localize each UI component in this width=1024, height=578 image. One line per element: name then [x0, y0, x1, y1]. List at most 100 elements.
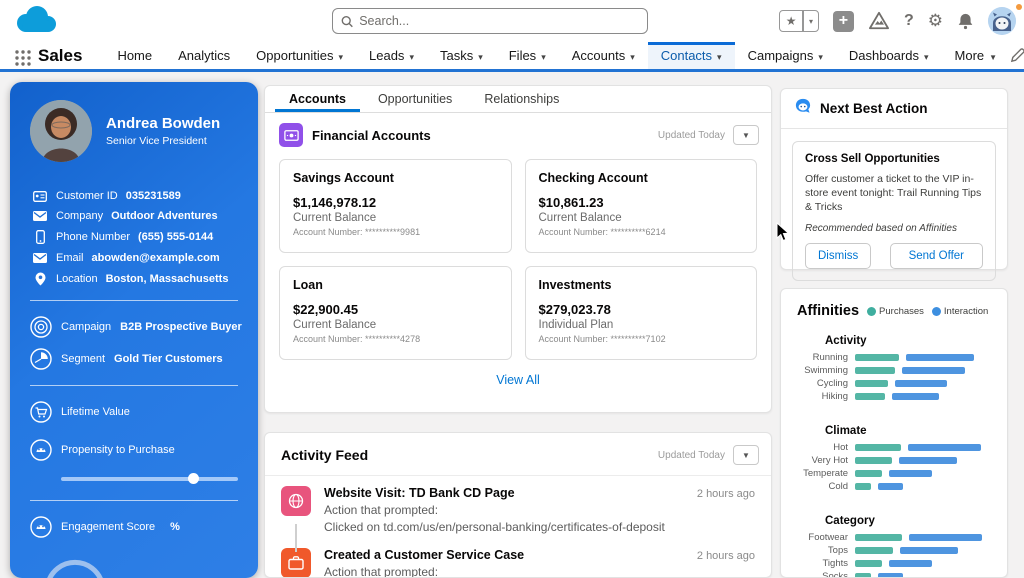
- detail-row-company: Company Outdoor Adventures: [10, 206, 258, 226]
- bar-row: Temperate: [781, 467, 1007, 480]
- feed-item-website-visit[interactable]: Website Visit: TD Bank CD Page 2 hours a…: [281, 486, 755, 534]
- account-tile-checking[interactable]: Checking Account $10,861.23 Current Bala…: [525, 159, 758, 253]
- bar-row: Tops: [781, 544, 1007, 557]
- chevron-down-icon: [717, 48, 722, 63]
- envelope-icon: [32, 211, 48, 221]
- bar-row: Cycling: [781, 377, 1007, 390]
- nav-item-home[interactable]: Home: [104, 42, 165, 69]
- affinities-card: Affinities Purchases Interaction Activit…: [780, 288, 1008, 578]
- bar-row: Hot: [781, 441, 1007, 454]
- activity-feed-card: Activity Feed Updated Today ▼ Website Vi…: [264, 432, 772, 578]
- nav-item-dashboards[interactable]: Dashboards: [836, 42, 942, 69]
- account-tile-loan[interactable]: Loan $22,900.45 Current Balance Account …: [279, 266, 512, 360]
- account-tile-savings[interactable]: Savings Account $1,146,978.12 Current Ba…: [279, 159, 512, 253]
- search-input[interactable]: [359, 14, 639, 28]
- nav-item-analytics[interactable]: Analytics: [165, 42, 243, 69]
- id-card-icon: [32, 191, 48, 202]
- propensity-row: Propensity to Purchase: [10, 434, 258, 466]
- send-offer-button[interactable]: Send Offer: [890, 243, 983, 269]
- edit-pencil-icon[interactable]: [1010, 42, 1024, 69]
- app-navigation: Sales Home Analytics Opportunities Leads…: [0, 42, 1024, 72]
- phone-icon: [32, 230, 48, 244]
- customer-title: Senior Vice President: [106, 135, 220, 147]
- segment-row: Segment Gold Tier Customers: [10, 343, 258, 375]
- favorites-button[interactable]: ★ ▾: [779, 10, 819, 32]
- location-pin-icon: [32, 272, 48, 286]
- divider: [30, 385, 238, 386]
- feed-menu-button[interactable]: ▼: [733, 445, 759, 465]
- tab-relationships[interactable]: Relationships: [470, 86, 573, 112]
- affinity-group-category: Category Footwear Tops Tights Socks: [781, 515, 1007, 578]
- bar-row: Tights: [781, 557, 1007, 570]
- dismiss-button[interactable]: Dismiss: [805, 243, 871, 269]
- chevron-down-icon: ▼: [742, 451, 750, 460]
- engagement-row: Engagement Score %: [10, 511, 258, 543]
- bar-row: Very Hot: [781, 454, 1007, 467]
- nav-item-contacts[interactable]: Contacts: [648, 42, 735, 69]
- timestamp: 2 hours ago: [697, 488, 755, 500]
- nav-item-campaigns[interactable]: Campaigns: [735, 42, 836, 69]
- chevron-down-icon: [338, 48, 343, 63]
- notification-bell-icon[interactable]: [957, 12, 974, 30]
- accounts-card: Accounts Opportunities Relationships Fin…: [264, 85, 772, 413]
- favorites-star-icon: ★: [780, 14, 803, 28]
- feed-title: Activity Feed: [281, 447, 368, 463]
- bar-row: Running: [781, 351, 1007, 364]
- einstein-icon: [30, 516, 52, 538]
- slider-knob[interactable]: [188, 473, 199, 484]
- chevron-down-icon: [409, 48, 414, 63]
- nav-item-tasks[interactable]: Tasks: [427, 42, 496, 69]
- detail-row-phone: Phone Number (655) 555-0144: [10, 226, 258, 248]
- nav-item-files[interactable]: Files: [496, 42, 559, 69]
- briefcase-icon: [281, 548, 311, 578]
- record-tabs: Accounts Opportunities Relationships: [265, 86, 771, 113]
- global-search[interactable]: [332, 8, 648, 34]
- chevron-down-icon: [989, 48, 997, 63]
- section-menu-button[interactable]: ▼: [733, 125, 759, 145]
- account-tile-investments[interactable]: Investments $279,023.78 Individual Plan …: [525, 266, 758, 360]
- card-title: Next Best Action: [820, 101, 928, 116]
- updated-label: Updated Today: [658, 450, 725, 461]
- customer-profile-panel: Andrea Bowden Senior Vice President Cust…: [10, 82, 258, 578]
- tab-accounts[interactable]: Accounts: [275, 86, 360, 112]
- propensity-slider[interactable]: [61, 474, 238, 484]
- view-all-link[interactable]: View All: [265, 360, 771, 397]
- nav-item-leads[interactable]: Leads: [356, 42, 427, 69]
- trailhead-icon[interactable]: [868, 11, 890, 31]
- lifetime-value-row: Lifetime Value: [10, 396, 258, 428]
- bullseye-icon: [30, 316, 52, 338]
- pie-chart-icon: [30, 348, 52, 370]
- app-launcher-icon[interactable]: [14, 46, 32, 69]
- bar-row: Footwear: [781, 531, 1007, 544]
- chevron-down-icon: [818, 48, 823, 63]
- nav-item-more[interactable]: More: [942, 42, 1011, 69]
- nav-item-opportunities[interactable]: Opportunities: [243, 42, 356, 69]
- affinity-group-climate: Climate Hot Very Hot Temperate Cold: [781, 425, 1007, 493]
- user-avatar[interactable]: [988, 7, 1016, 35]
- timestamp: 2 hours ago: [697, 550, 755, 562]
- bar-row: Hiking: [781, 390, 1007, 403]
- tab-opportunities[interactable]: Opportunities: [364, 86, 466, 112]
- bar-row: Socks: [781, 570, 1007, 578]
- help-icon[interactable]: ?: [904, 12, 914, 30]
- chevron-down-icon: ▾: [804, 17, 818, 26]
- setup-gear-icon[interactable]: ⚙: [928, 11, 943, 31]
- engagement-gauge: [40, 545, 258, 578]
- bar-row: Swimming: [781, 364, 1007, 377]
- detail-row-location: Location Boston, Massachusetts: [10, 268, 258, 290]
- purchases-legend-dot: [867, 307, 876, 316]
- cart-icon: [30, 401, 52, 423]
- timeline-connector: [295, 524, 297, 552]
- nav-item-accounts[interactable]: Accounts: [559, 42, 648, 69]
- campaign-row: Campaign B2B Prospective Buyer: [10, 311, 258, 343]
- add-icon[interactable]: +: [833, 11, 854, 32]
- detail-row-customer-id: Customer ID 035231589: [10, 186, 258, 206]
- updated-label: Updated Today: [658, 130, 725, 141]
- app-name: Sales: [38, 42, 82, 69]
- feed-item-service-case[interactable]: Created a Customer Service Case 2 hours …: [281, 548, 755, 578]
- notification-indicator: [1016, 4, 1022, 10]
- chevron-down-icon: [541, 48, 546, 63]
- section-title: Financial Accounts: [312, 128, 431, 143]
- einstein-icon: [30, 439, 52, 461]
- interaction-legend-dot: [932, 307, 941, 316]
